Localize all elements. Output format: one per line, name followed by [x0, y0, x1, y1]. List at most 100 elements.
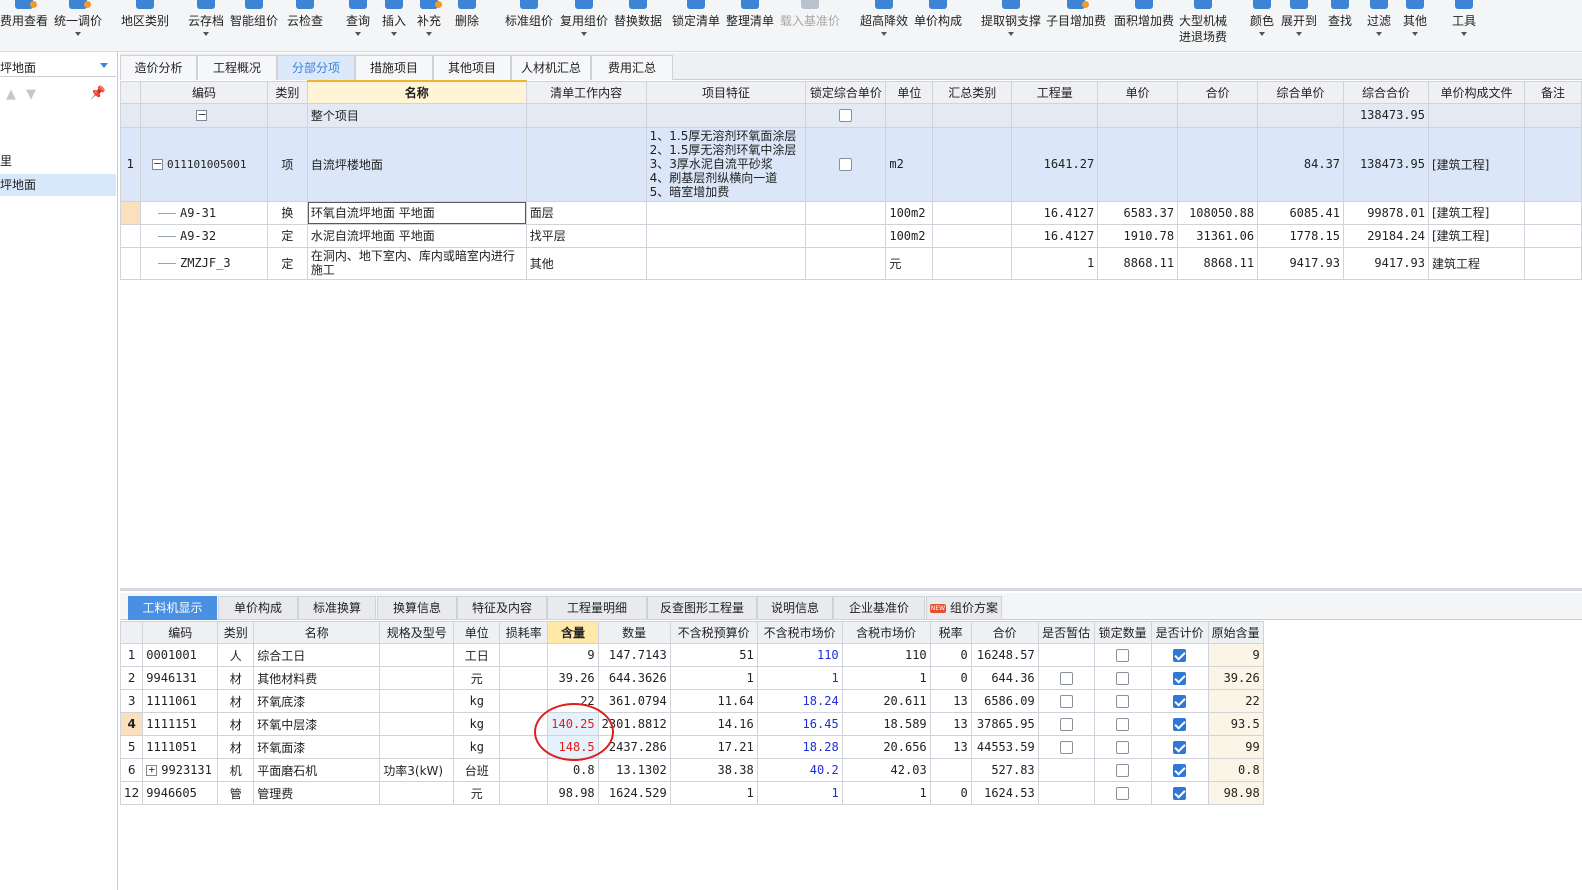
table-row-sub-item[interactable]: A9-31 换环氧自流坪地面 平地面 面层 100m2 16.4127 6583.37 10…: [120, 200, 1582, 225]
collapse-icon[interactable]: −: [151, 158, 163, 170]
cloud-check-button[interactable]: 云检查: [285, 0, 325, 50]
col-header-budget-price[interactable]: 不含税预算价: [669, 621, 758, 644]
quantity-cell[interactable]: 1: [1011, 246, 1099, 280]
sub-item-fee-button[interactable]: 子目增加费: [1046, 0, 1106, 50]
name-cell[interactable]: 整个项目: [306, 102, 527, 128]
chevron-down-icon[interactable]: [355, 32, 361, 36]
pane-splitter[interactable]: [120, 588, 1582, 591]
is-priced-checkbox[interactable]: [1173, 672, 1187, 685]
table-row[interactable]: 5 1111051 材环氧面漆 kg 148.5 2437.286 17.21 18.28 20…: [119, 735, 1264, 759]
is-priced-checkbox[interactable]: [1173, 741, 1187, 754]
pin-icon[interactable]: 📌: [90, 86, 106, 101]
loss-cell[interactable]: [499, 735, 549, 759]
market-cell[interactable]: 1: [756, 666, 843, 690]
loss-cell[interactable]: [499, 758, 549, 782]
col-header-unit[interactable]: 单位: [885, 80, 934, 104]
table-row[interactable]: 3 1111061 材环氧底漆 kg 22 361.0794 11.64 18.24 20.61…: [119, 689, 1264, 713]
chevron-down-icon[interactable]: [100, 63, 108, 68]
tab-fee-summary[interactable]: 费用汇总: [591, 55, 673, 80]
move-up-icon[interactable]: ▲: [6, 88, 18, 102]
col-header-loss-rate[interactable]: 损耗率: [499, 621, 549, 644]
table-row-sub-item[interactable]: ZMZJF_3 定在洞内、地下室内、库内或暗室内进行施工 其他元 1 8868.11 88…: [120, 246, 1582, 280]
tab-enterprise-base-price[interactable]: 企业基准价: [833, 596, 925, 620]
table-row-whole-project[interactable]: − 整个项目 138473.95: [120, 102, 1582, 128]
tab-standard-conversion[interactable]: 标准换算: [298, 596, 376, 620]
color-button[interactable]: 颜色: [1249, 0, 1275, 50]
is-estimated-checkbox[interactable]: [1059, 741, 1073, 754]
table-row[interactable]: 6 +9923131 机平面磨石机 功率3(kW) 台班 0.8 13.1302 38.38 4…: [119, 758, 1264, 782]
tab-cost-analysis[interactable]: 造价分析: [120, 55, 197, 80]
col-header-name[interactable]: 名称: [253, 621, 381, 644]
is-estimated-checkbox[interactable]: [1059, 672, 1073, 685]
name-cell[interactable]: 自流坪楼地面: [306, 126, 527, 202]
table-row-sub-item[interactable]: A9-32 定水泥自流坪地面 平地面 找平层 100m2 16.4127 1910.78 3…: [120, 223, 1582, 248]
col-header-lock-quantity[interactable]: 锁定数量: [1093, 621, 1152, 644]
lock-quantity-checkbox[interactable]: [1116, 764, 1130, 777]
tree-item-selected[interactable]: 坪地面: [0, 174, 116, 196]
tab-resources-display[interactable]: 工料机显示: [128, 596, 217, 620]
chevron-down-icon[interactable]: [426, 32, 432, 36]
reuse-pricing-button[interactable]: 复用组价: [559, 0, 609, 50]
tab-description[interactable]: 说明信息: [757, 596, 833, 620]
col-header-work[interactable]: 清单工作内容: [525, 80, 647, 104]
area-fee-button[interactable]: 面积增加费: [1114, 0, 1174, 50]
region-type-button[interactable]: 地区类别: [120, 0, 170, 50]
col-header-quantity[interactable]: 工程量: [1011, 80, 1099, 104]
col-header-market-price[interactable]: 不含税市场价: [756, 621, 843, 644]
chevron-down-icon[interactable]: [1412, 32, 1418, 36]
move-down-icon[interactable]: ▼: [26, 88, 38, 102]
tab-sub-items[interactable]: 分部分项: [277, 55, 355, 80]
expand-to-button[interactable]: 展开到: [1281, 0, 1317, 50]
col-header-is-estimated[interactable]: 是否暂估: [1037, 621, 1095, 644]
code-cell[interactable]: A9-32: [139, 223, 268, 248]
features-cell[interactable]: 1、1.5厚无溶剂环氧面涂层 2、1.5厚无溶剂环氧中涂层 3、3厚水泥自流平砂…: [645, 126, 807, 202]
market-cell[interactable]: 110: [756, 643, 843, 667]
lock-list-button[interactable]: 锁定清单: [671, 0, 721, 50]
chevron-down-icon[interactable]: [391, 32, 397, 36]
col-header-unit[interactable]: 单位: [453, 621, 501, 644]
loss-cell[interactable]: [499, 643, 549, 667]
loss-cell[interactable]: [499, 712, 549, 736]
is-priced-checkbox[interactable]: [1173, 695, 1187, 708]
insert-button[interactable]: 插入: [380, 0, 408, 50]
col-header-lock-price[interactable]: 锁定综合单价: [805, 80, 887, 104]
table-row[interactable]: 2 9946131 材其他材料费元 39.26 644.3626 1 1 1 0 644.36 39…: [119, 666, 1264, 690]
col-header-comp-total[interactable]: 综合合价: [1343, 80, 1429, 104]
col-header-type[interactable]: 类别: [266, 80, 308, 104]
col-header-remark[interactable]: 备注: [1523, 80, 1582, 104]
height-reduction-button[interactable]: 超高降效: [859, 0, 909, 50]
tab-measures[interactable]: 措施项目: [355, 55, 433, 80]
content-cell[interactable]: 140.25: [547, 712, 599, 736]
quantity-cell[interactable]: 1641.27: [1011, 126, 1099, 202]
fee-view-button[interactable]: 费用查看: [0, 0, 48, 50]
lock-price-checkbox[interactable]: [839, 158, 853, 171]
quantity-cell[interactable]: 16.4127: [1011, 223, 1099, 248]
lock-quantity-checkbox[interactable]: [1116, 787, 1130, 800]
col-header-price-file[interactable]: 单价构成文件: [1427, 80, 1525, 104]
tab-conversion-info[interactable]: 换算信息: [377, 596, 457, 620]
chevron-down-icon[interactable]: [581, 32, 587, 36]
content-cell[interactable]: 22: [547, 689, 599, 713]
tab-features-content[interactable]: 特征及内容: [457, 596, 547, 620]
col-header-type[interactable]: 类别: [217, 621, 255, 644]
lock-quantity-checkbox[interactable]: [1116, 741, 1130, 754]
col-header-total[interactable]: 合价: [1177, 80, 1259, 104]
content-cell[interactable]: 98.98: [547, 781, 599, 805]
smart-pricing-button[interactable]: 智能组价: [229, 0, 279, 50]
price-composition-button[interactable]: 单价构成: [913, 0, 963, 50]
market-cell[interactable]: 18.24: [756, 689, 843, 713]
supplement-button[interactable]: 补充: [415, 0, 443, 50]
delete-button[interactable]: 删除: [453, 0, 481, 50]
col-header-features[interactable]: 项目特征: [645, 80, 807, 104]
code-cell[interactable]: A9-31: [139, 200, 268, 225]
content-cell[interactable]: 0.8: [547, 758, 599, 782]
name-cell[interactable]: 在洞内、地下室内、库内或暗室内进行施工: [306, 246, 527, 280]
standard-pricing-button[interactable]: 标准组价: [504, 0, 554, 50]
tab-price-composition[interactable]: 单价构成: [218, 596, 298, 620]
code-cell[interactable]: ZMZJF_3: [139, 246, 268, 280]
chevron-down-icon[interactable]: [75, 32, 81, 36]
tools-button[interactable]: 工具: [1450, 0, 1478, 50]
col-header-code[interactable]: 编码: [139, 80, 268, 104]
col-header-unit-price[interactable]: 单价: [1097, 80, 1179, 104]
is-priced-checkbox[interactable]: [1173, 787, 1187, 800]
